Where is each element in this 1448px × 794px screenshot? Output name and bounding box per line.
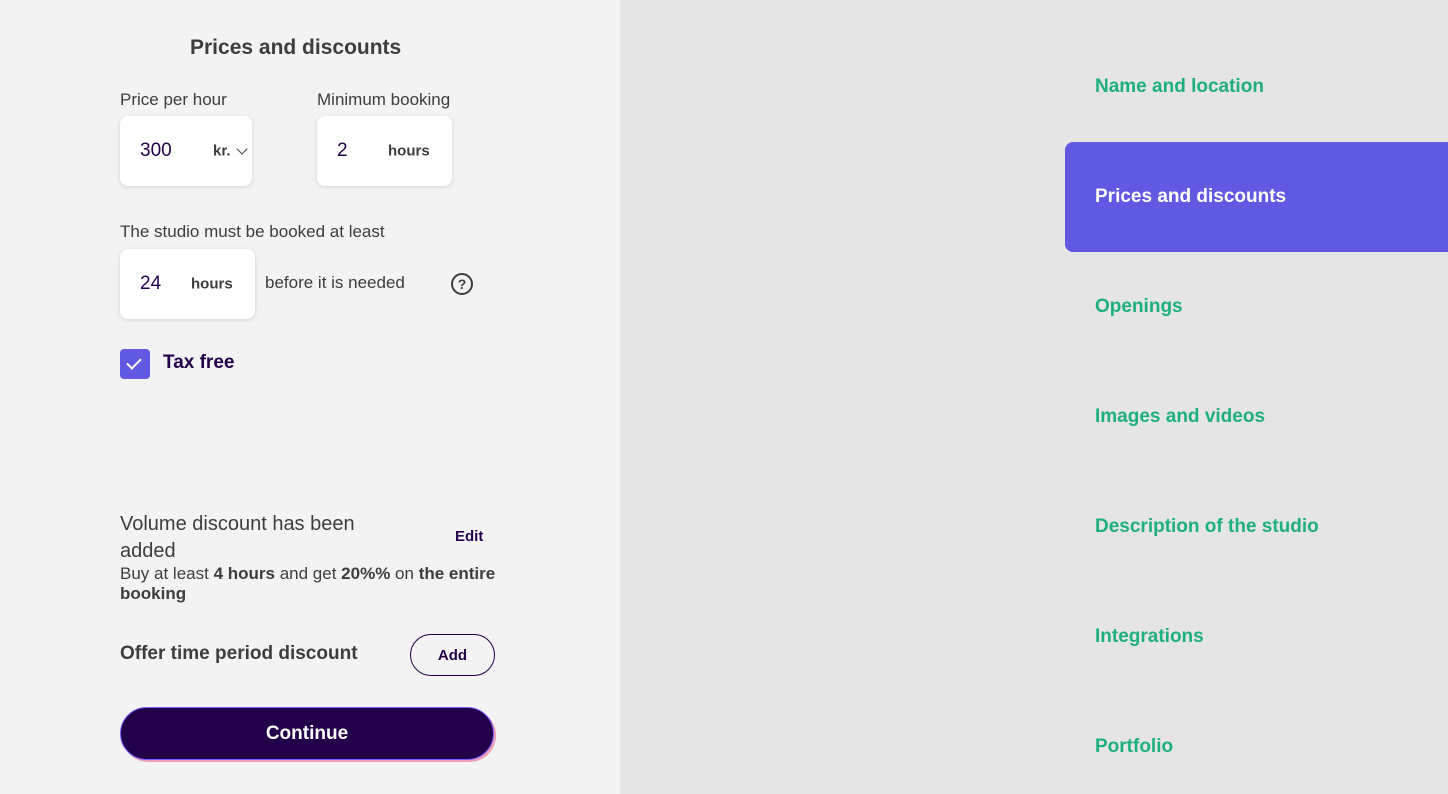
discount-on: on bbox=[395, 564, 414, 583]
minimum-booking-label: Minimum booking bbox=[317, 90, 451, 109]
sidebar-item-portfolio[interactable]: Portfolio bbox=[1065, 692, 1448, 794]
continue-button[interactable]: Continue bbox=[120, 707, 494, 760]
discount-mid: and get bbox=[279, 564, 337, 583]
sidebar-item-label: Description of the studio bbox=[1095, 516, 1319, 537]
advance-booking-input[interactable]: 24 hours bbox=[120, 249, 255, 319]
chevron-down-icon[interactable] bbox=[236, 143, 248, 155]
sidebar-item-label: Integrations bbox=[1095, 626, 1204, 647]
sidebar-item-prices-and-discounts[interactable]: Prices and discounts bbox=[1065, 142, 1448, 252]
sidebar-item-integrations[interactable]: Integrations bbox=[1065, 582, 1448, 692]
sidebar-item-label: Portfolio bbox=[1095, 736, 1174, 757]
currency-select[interactable]: kr. bbox=[213, 143, 231, 160]
page-title: Prices and discounts bbox=[190, 36, 402, 59]
sidebar-item-label: Prices and discounts bbox=[1095, 186, 1287, 207]
tax-free-checkbox[interactable] bbox=[120, 349, 150, 379]
edit-volume-discount-button[interactable]: Edit bbox=[455, 528, 483, 545]
sidebar-item-name-and-location[interactable]: Name and location bbox=[1065, 32, 1448, 142]
tax-free-label: Tax free bbox=[163, 352, 235, 373]
time-period-discount-label: Offer time period discount bbox=[120, 643, 358, 664]
advance-booking-suffix: before it is needed bbox=[265, 273, 405, 292]
add-time-period-discount-button[interactable]: Add bbox=[410, 634, 495, 676]
checkmark-icon bbox=[126, 354, 142, 370]
advance-booking-unit: hours bbox=[191, 275, 233, 293]
volume-discount-title: Volume discount has been added bbox=[120, 513, 355, 562]
price-value: 300 bbox=[140, 140, 172, 161]
sidebar-item-images-and-videos[interactable]: Images and videos bbox=[1065, 362, 1448, 472]
discount-prefix: Buy at least bbox=[120, 564, 209, 583]
sidebar-item-openings[interactable]: Openings bbox=[1065, 252, 1448, 362]
advance-booking-label: The studio must be booked at least bbox=[120, 222, 385, 241]
price-per-hour-label: Price per hour bbox=[120, 90, 227, 109]
sidebar-item-label: Images and videos bbox=[1095, 406, 1266, 427]
help-icon[interactable]: ? bbox=[451, 273, 473, 295]
discount-percent: 20%% bbox=[341, 564, 391, 583]
sidebar-item-label: Openings bbox=[1095, 296, 1183, 317]
form-panel: Prices and discounts Price per hour 300 … bbox=[0, 0, 620, 794]
volume-discount-description: Buy at least 4 hours and get 20%% on the… bbox=[120, 564, 500, 604]
discount-hours: 4 hours bbox=[213, 564, 275, 583]
minimum-booking-input[interactable]: 2 hours bbox=[317, 116, 452, 186]
sidebar-item-description[interactable]: Description of the studio bbox=[1065, 472, 1448, 582]
advance-booking-value: 24 bbox=[140, 273, 162, 294]
sidebar-item-label: Name and location bbox=[1095, 76, 1264, 97]
minimum-booking-unit: hours bbox=[388, 142, 430, 160]
minimum-booking-value: 2 bbox=[337, 140, 348, 161]
price-per-hour-input[interactable]: 300 kr. bbox=[120, 116, 252, 186]
